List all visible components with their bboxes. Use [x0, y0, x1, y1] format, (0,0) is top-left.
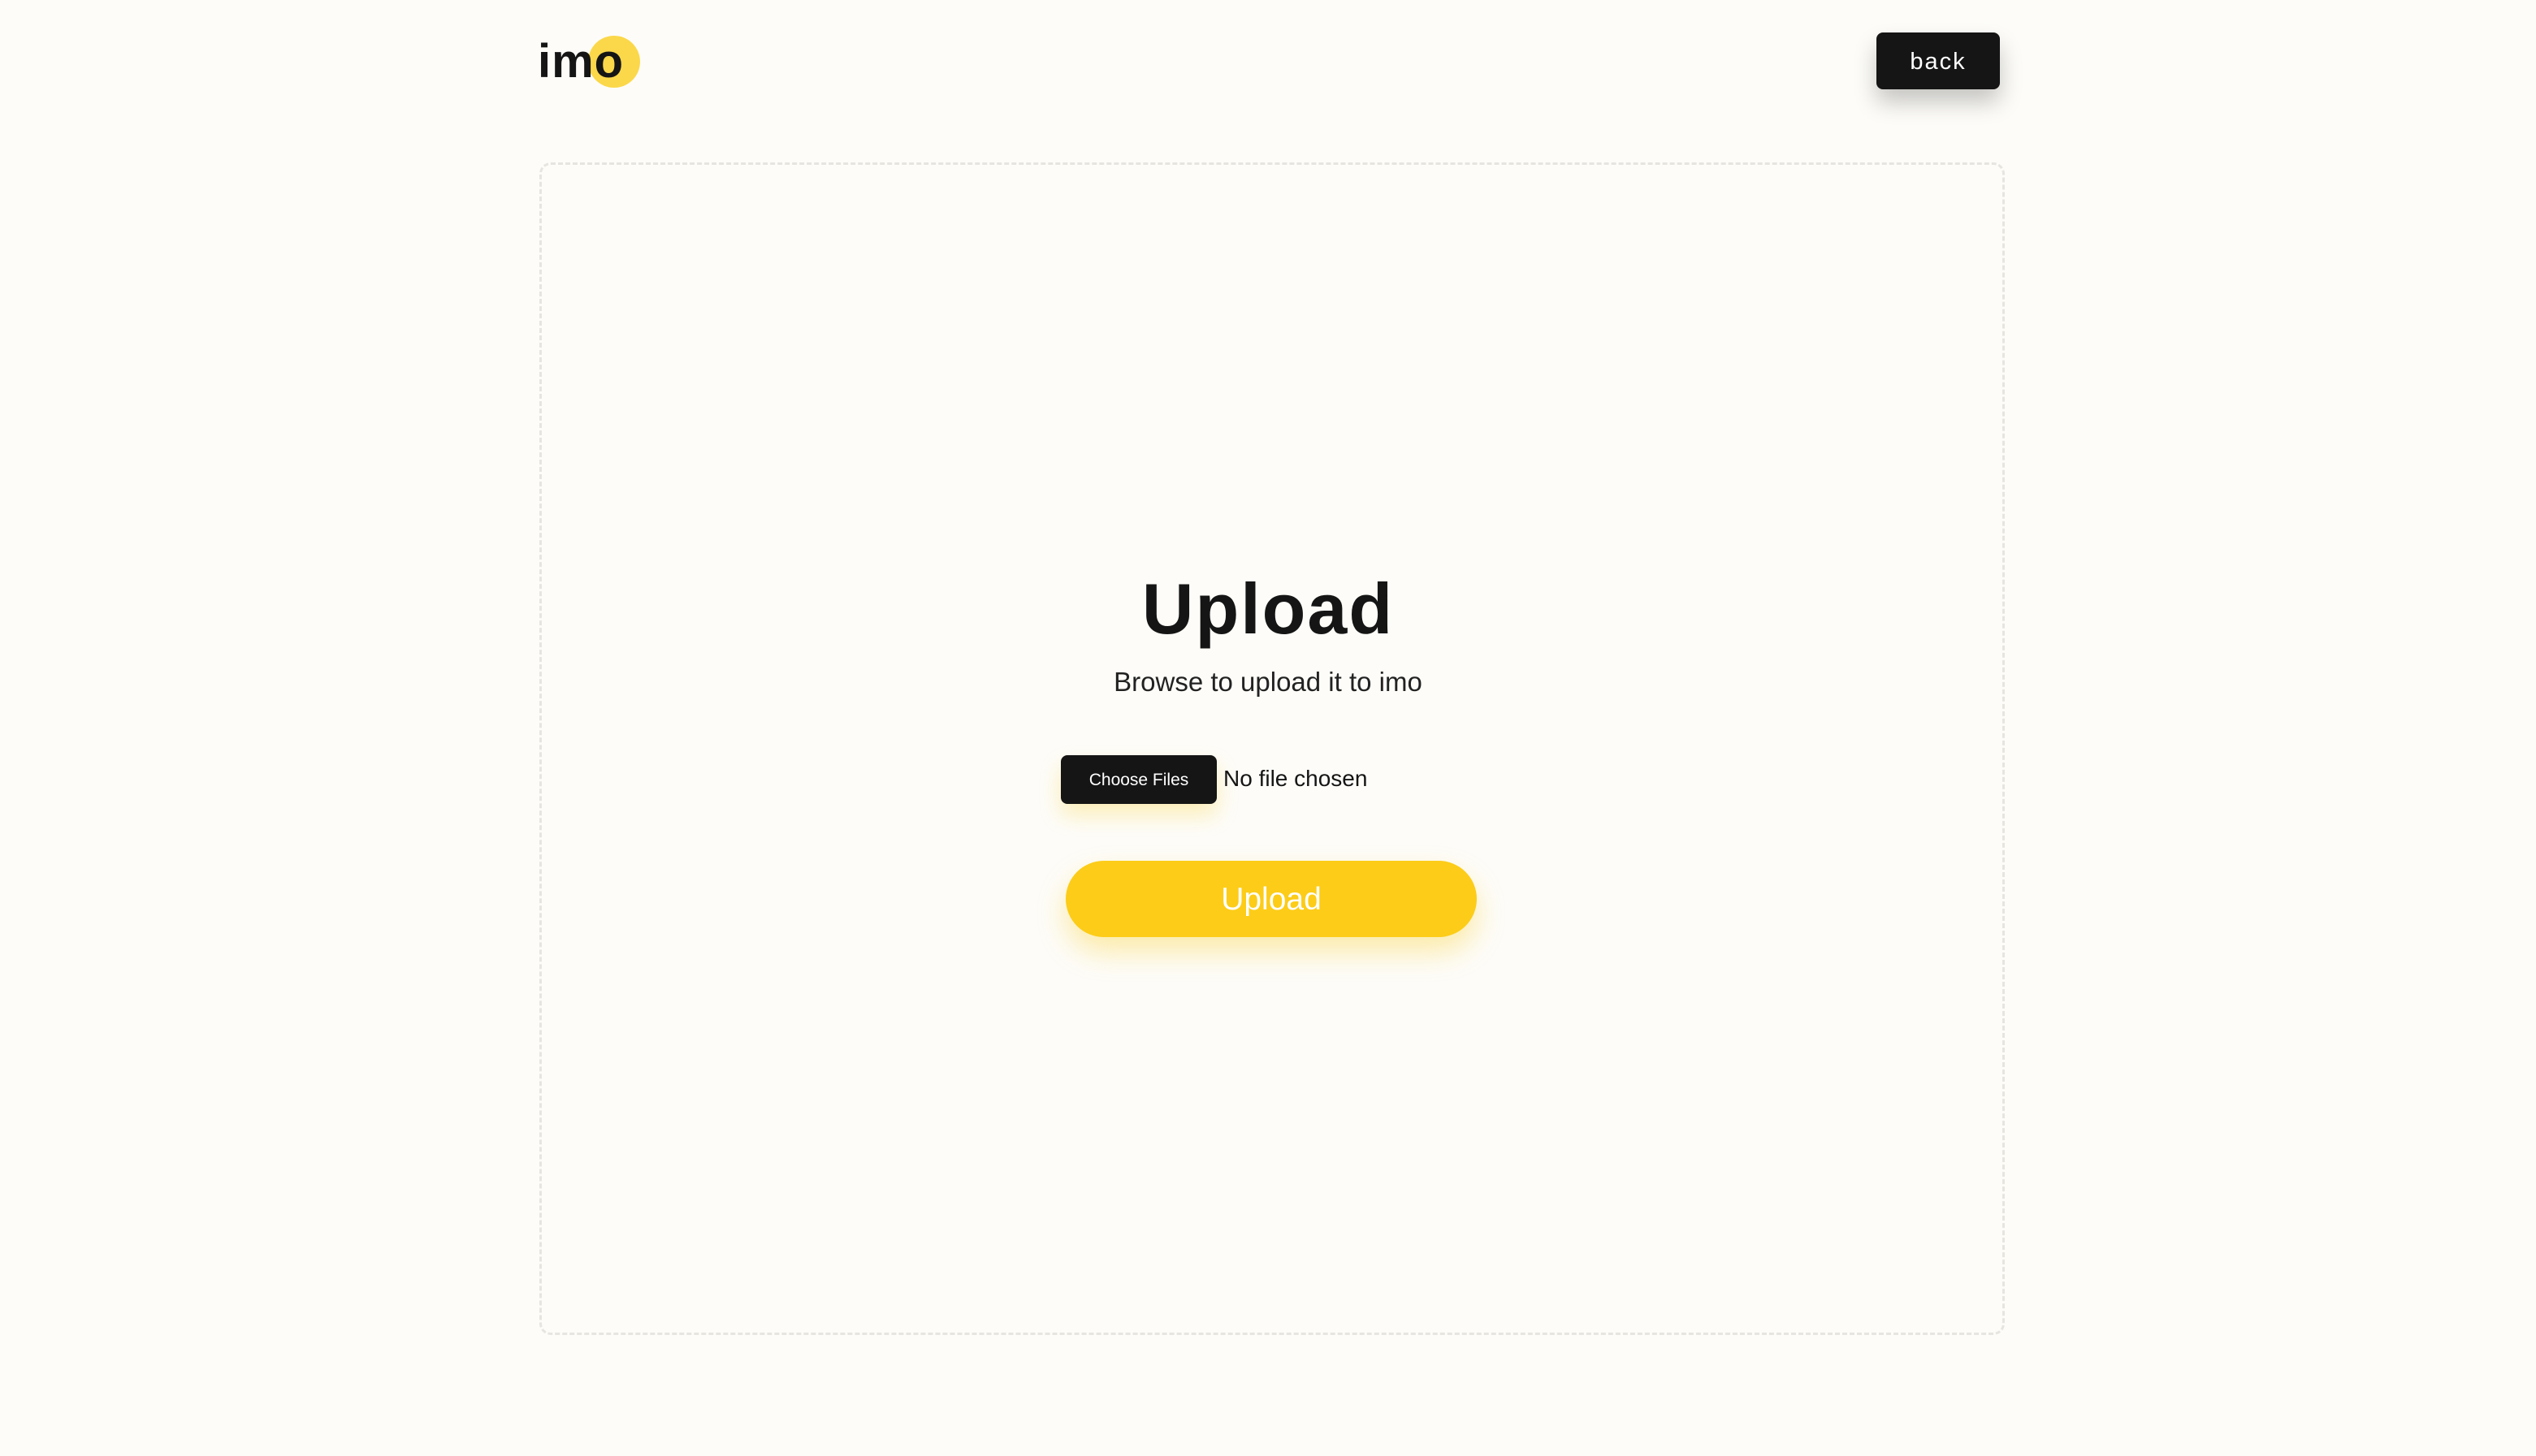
imo-logo[interactable]: imo	[538, 31, 643, 93]
file-input[interactable]: Choose Files No file chosen	[1061, 755, 1548, 804]
file-status-text: No file chosen	[1223, 766, 1368, 791]
upload-subtitle: Browse to upload it to imo	[1114, 667, 1422, 697]
choose-files-button[interactable]: Choose Files	[1061, 755, 1217, 804]
upload-drop-zone[interactable]	[539, 162, 2005, 1335]
back-button[interactable]: back	[1876, 32, 2000, 89]
header: imo back	[0, 0, 2536, 130]
upload-title: Upload	[1141, 568, 1395, 649]
upload-button[interactable]: Upload	[1066, 861, 1477, 937]
logo-text: imo	[538, 35, 625, 88]
